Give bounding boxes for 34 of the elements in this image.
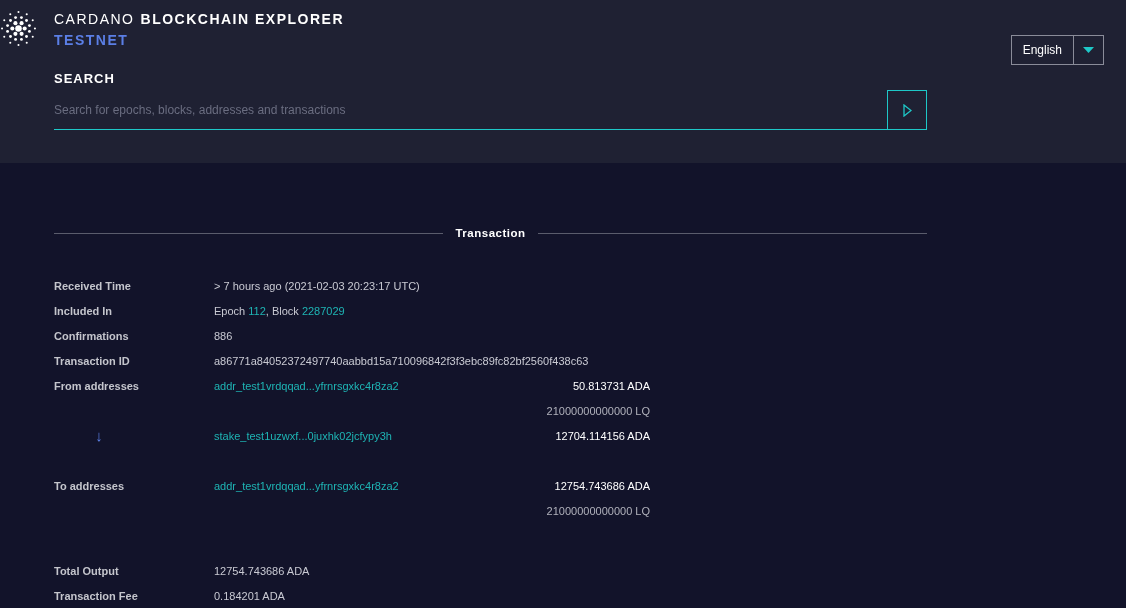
amount: 21000000000000 LQ xyxy=(545,504,650,517)
field-value: 0.184201 ADA xyxy=(214,589,285,602)
amount: 12754.743686 ADA xyxy=(553,479,650,492)
address-link[interactable]: addr_test1vrdqqad...yfrnrsgxkc4r8za2 xyxy=(214,479,414,492)
down-arrow: ↓ xyxy=(94,427,104,444)
field-label: Transaction Fee xyxy=(54,589,139,602)
logo-icon xyxy=(0,10,37,47)
field-value: > 7 hours ago (2021-02-03 20:23:17 UTC) xyxy=(214,279,420,292)
field-label: To addresses xyxy=(54,479,126,492)
section-title: Transaction xyxy=(455,227,526,239)
amount: 12704.114156 ADA xyxy=(554,429,650,442)
field-label: Total Output xyxy=(54,564,120,577)
field-label: From addresses xyxy=(54,379,140,392)
search-field[interactable]: Search for epochs, blocks, addresses and transactions xyxy=(54,91,887,130)
brand-title: CARDANO BLOCKCHAIN EXPLORER xyxy=(54,11,345,27)
amount: 21000000000000 LQ xyxy=(545,404,650,417)
address-link[interactable]: addr_test1vrdqqad...yfrnrsgxkc4r8za2 xyxy=(214,379,414,392)
network-label: TESTNET xyxy=(54,32,129,48)
link[interactable]: 2287029 xyxy=(301,304,345,317)
search-button[interactable] xyxy=(887,90,927,130)
address-link[interactable]: stake_test1uzwxf...0juxhk02jcfypy3h xyxy=(214,429,414,442)
field-label: Transaction ID xyxy=(54,354,131,367)
field-value: 12754.743686 ADA xyxy=(214,564,310,577)
play-icon xyxy=(902,103,912,117)
field-label: Received Time xyxy=(54,279,132,292)
field-label: Confirmations xyxy=(54,329,130,342)
field-label: Included In xyxy=(54,304,114,317)
field-value: 886 xyxy=(214,329,233,342)
field-value: , Block xyxy=(265,304,300,317)
search-label: SEARCH xyxy=(54,71,115,86)
link[interactable]: 112 xyxy=(248,304,266,317)
field-value: Epoch xyxy=(214,304,247,317)
amount: 50.813731 ADA xyxy=(571,379,650,392)
field-value: a86771a84052372497740aabbd15a710096842f3f3ebc89fc82bf2560f438c63 xyxy=(214,354,589,367)
